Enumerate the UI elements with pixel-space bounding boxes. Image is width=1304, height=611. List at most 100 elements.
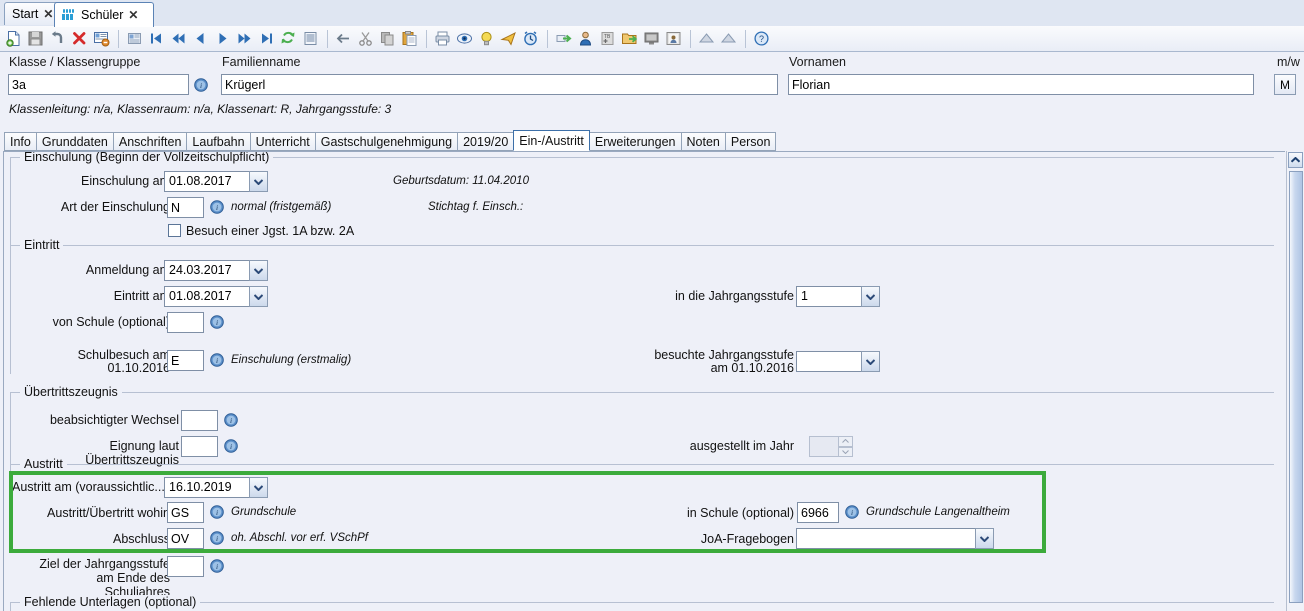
anmeldung-am-combobox[interactable]: 24.03.2017 [164,260,268,281]
info-icon[interactable]: i [194,78,208,92]
ausgestellt-im-jahr-spinner[interactable] [809,436,853,457]
first-record-icon[interactable] [146,28,167,49]
alarm-clock-icon[interactable] [520,28,541,49]
joa-fragebogen-combobox[interactable] [796,528,994,549]
austritt-wohin-input[interactable] [167,502,204,523]
anmeldung-am-value[interactable]: 24.03.2017 [164,260,249,281]
tab-erweiterungen[interactable]: Erweiterungen [588,132,682,151]
eignung-input[interactable] [181,436,218,457]
chevron-down-icon[interactable] [249,477,268,498]
austritt-am-value[interactable]: 16.10.2019 [164,477,249,498]
ausgestellt-im-jahr-value[interactable] [809,436,838,457]
klasse-input[interactable] [8,74,189,95]
print-icon[interactable] [432,28,453,49]
beabsichtigter-wechsel-input[interactable] [181,410,218,431]
tb-plus-icon[interactable]: TB [597,28,618,49]
besuchte-jahrgangsstufe-value[interactable] [796,351,861,372]
list-view-icon[interactable] [124,28,145,49]
window-tab-schueler[interactable]: Schüler ✕ [54,2,154,27]
export-icon[interactable] [553,28,574,49]
previous-record-icon[interactable] [190,28,211,49]
chevron-down-icon[interactable] [249,286,268,307]
vertical-scrollbar[interactable] [1286,151,1304,611]
next-record-icon[interactable] [212,28,233,49]
tab-ein-austritt[interactable]: Ein-/Austritt [513,130,590,151]
tab-unterricht[interactable]: Unterricht [249,132,316,151]
info-icon[interactable]: i [210,315,224,329]
hint-bulb-icon[interactable] [476,28,497,49]
info-icon[interactable]: i [845,505,859,519]
ziel-jahrgangsstufe-input[interactable] [167,556,204,577]
fast-back-icon[interactable] [168,28,189,49]
info-icon[interactable]: i [210,505,224,519]
art-der-einschulung-input[interactable] [167,197,204,218]
fast-forward-icon[interactable] [234,28,255,49]
new-record-icon[interactable] [3,28,24,49]
chevron-down-icon[interactable] [975,528,994,549]
save-icon[interactable] [25,28,46,49]
gender-button[interactable]: M [1274,74,1296,95]
in-die-jahrgangsstufe-value[interactable]: 1 [796,286,861,307]
tab-grunddaten[interactable]: Grunddaten [35,132,114,151]
cancel-edit-icon[interactable] [91,28,112,49]
info-icon[interactable]: i [210,200,224,214]
in-schule-input[interactable] [797,502,839,523]
delete-icon[interactable] [69,28,90,49]
schulbesuch-input[interactable] [167,350,204,371]
tab-schuljahr[interactable]: 2019/20 [457,132,515,151]
up-chevron2-icon[interactable] [718,28,739,49]
close-icon[interactable]: ✕ [43,7,53,21]
tab-gastschulgenehmigung[interactable]: Gastschulgenehmigung [314,132,459,151]
tab-anschriften[interactable]: Anschriften [112,132,188,151]
print-preview-icon[interactable] [454,28,475,49]
eintritt-am-combobox[interactable]: 01.08.2017 [164,286,268,307]
help-icon[interactable]: ? [751,28,772,49]
folder-export-icon[interactable] [619,28,640,49]
chevron-down-icon[interactable] [249,171,268,192]
send-icon[interactable] [498,28,519,49]
info-icon[interactable]: i [210,559,224,573]
chevron-down-icon[interactable] [861,351,880,372]
austritt-wohin-note: Grundschule [231,506,297,518]
tab-noten[interactable]: Noten [680,132,726,151]
chevron-down-icon[interactable] [249,260,268,281]
photo-person-icon[interactable] [663,28,684,49]
monitor-icon[interactable] [641,28,662,49]
last-record-icon[interactable] [256,28,277,49]
spinner-up-icon[interactable] [838,436,853,447]
person-icon[interactable] [575,28,596,49]
tab-person[interactable]: Person [724,132,777,151]
copy-icon[interactable] [377,28,398,49]
cut-icon[interactable] [355,28,376,49]
in-die-jahrgangsstufe-combobox[interactable]: 1 [796,286,880,307]
vornamen-input[interactable] [788,74,1254,95]
up-chevron-icon[interactable] [696,28,717,49]
von-schule-input[interactable] [167,312,204,333]
einschulung-am-value[interactable]: 01.08.2017 [164,171,249,192]
besuchte-jahrgangsstufe-combobox[interactable] [796,351,880,372]
info-icon[interactable]: i [224,439,238,453]
close-icon[interactable]: ✕ [128,8,138,22]
familienname-input[interactable] [221,74,778,95]
einschulung-am-combobox[interactable]: 01.08.2017 [164,171,268,192]
scrollbar-thumb[interactable] [1289,171,1303,603]
joa-fragebogen-value[interactable] [796,528,975,549]
abschluss-input[interactable] [167,528,204,549]
info-icon[interactable]: i [210,353,224,367]
svg-text:?: ? [759,34,764,44]
tab-laufbahn[interactable]: Laufbahn [186,132,251,151]
back-arrow-icon[interactable] [333,28,354,49]
info-icon[interactable]: i [224,413,238,427]
jgst-1a-2a-checkbox[interactable] [168,224,181,237]
eintritt-am-value[interactable]: 01.08.2017 [164,286,249,307]
chevron-down-icon[interactable] [861,286,880,307]
paste-icon[interactable] [399,28,420,49]
tab-info[interactable]: Info [4,132,37,151]
austritt-am-combobox[interactable]: 16.10.2019 [164,477,268,498]
spinner-down-icon[interactable] [838,446,853,457]
report-icon[interactable] [300,28,321,49]
undo-icon[interactable] [47,28,68,49]
refresh-icon[interactable] [278,28,299,49]
scroll-up-icon[interactable] [1288,152,1303,168]
info-icon[interactable]: i [210,531,224,545]
